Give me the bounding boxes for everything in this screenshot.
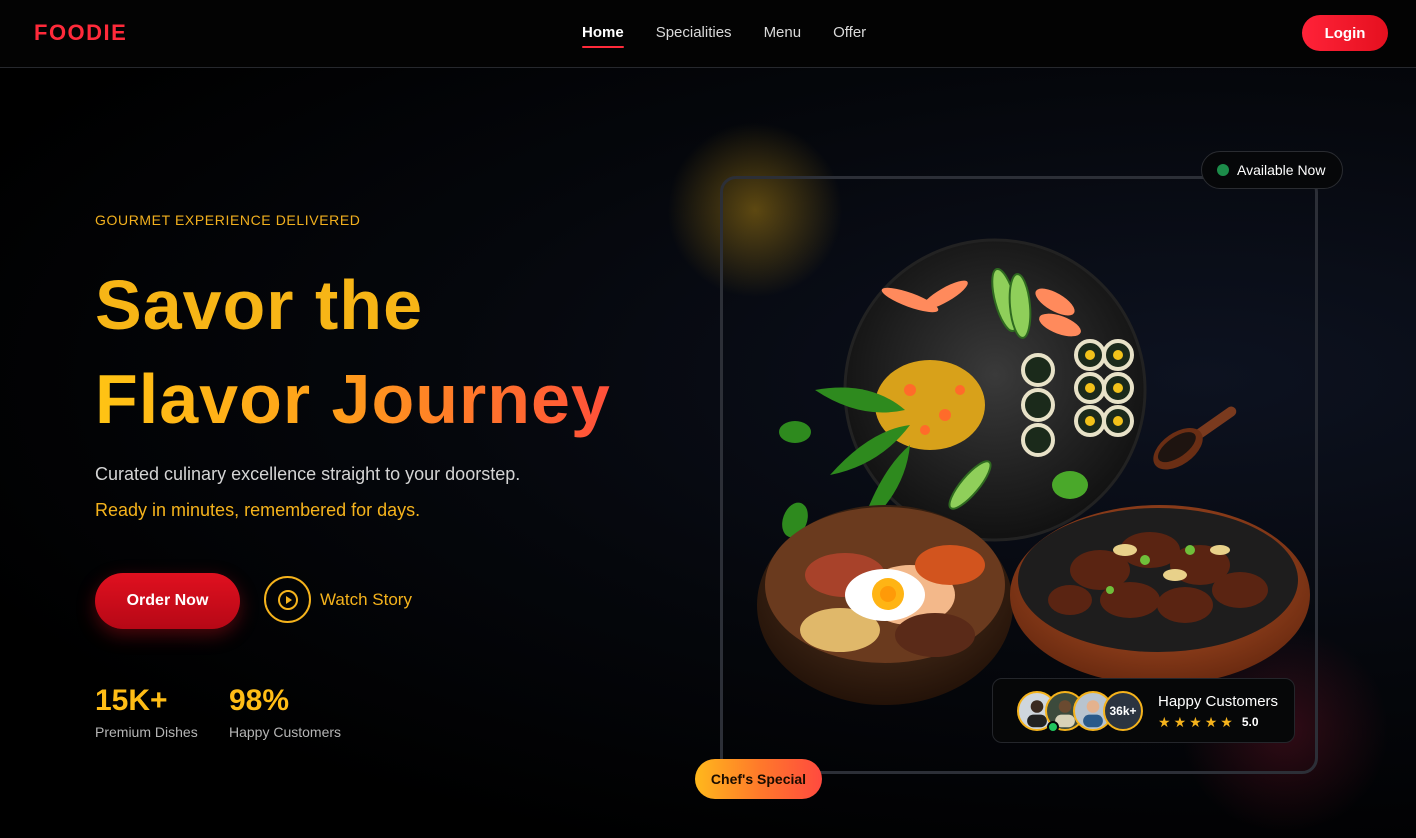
customer-count-badge: 36k+	[1103, 691, 1143, 731]
availability-label: Available Now	[1237, 162, 1326, 178]
landing-page: FOODIE Home Specialities Menu Offer Logi…	[0, 0, 1416, 838]
nav-link-offer[interactable]: Offer	[833, 24, 866, 41]
star-icon: ★	[1204, 714, 1218, 730]
stat-dishes: 15K+ Premium Dishes	[95, 684, 198, 740]
star-icon: ★	[1173, 714, 1187, 730]
stat-customers: 98% Happy Customers	[229, 684, 341, 740]
chefs-special-badge: Chef's Special	[695, 759, 822, 799]
headline-line-1: Savor the	[95, 266, 423, 344]
customers-title: Happy Customers	[1158, 693, 1279, 710]
hero-headline: Savor the Flavor Journey	[95, 258, 611, 446]
headline-word-journey: Journey	[331, 360, 611, 438]
nav-link-specialities[interactable]: Specialities	[656, 24, 732, 41]
order-now-button[interactable]: Order Now	[95, 573, 240, 629]
food-platter-image	[757, 238, 1310, 705]
online-indicator-icon	[1047, 721, 1059, 733]
play-icon	[264, 576, 311, 623]
availability-pill: Available Now	[1201, 151, 1343, 189]
headline-word-flavor: Flavor	[95, 360, 312, 438]
star-icon: ★	[1220, 714, 1233, 730]
stat-label: Happy Customers	[229, 724, 342, 740]
status-dot-icon	[1217, 164, 1229, 176]
brand-logo[interactable]: FOODIE	[34, 20, 127, 46]
stat-label: Premium Dishes	[95, 724, 198, 740]
login-button[interactable]: Login	[1302, 15, 1388, 51]
rating-value: 5.0	[1241, 715, 1259, 729]
stat-value: 98%	[229, 684, 290, 717]
nav-links: Home Specialities Menu Offer	[582, 24, 866, 48]
nav-link-home[interactable]: Home	[582, 24, 624, 48]
hero-subtitle: Curated culinary excellence straight to …	[95, 464, 521, 484]
stat-value: 15K+	[95, 684, 168, 717]
watch-story-button[interactable]: Watch Story	[264, 576, 412, 623]
star-icon: ★	[1189, 714, 1202, 730]
hero-eyebrow: GOURMET EXPERIENCE DELIVERED	[95, 212, 361, 228]
nav-link-menu[interactable]: Menu	[764, 24, 802, 41]
star-icon: ★	[1158, 714, 1171, 730]
avatar-stack: 36k+	[1017, 691, 1143, 733]
watch-story-label: Watch Story	[320, 589, 412, 609]
top-navbar: FOODIE Home Specialities Menu Offer Logi…	[0, 0, 1416, 68]
happy-customers-card: 36k+ Happy Customers ★ ★ ★ ★ ★ 5.0	[992, 678, 1295, 743]
rating-stars: ★ ★ ★ ★ ★ 5.0	[1158, 715, 1259, 729]
hero-tagline: Ready in minutes, remembered for days.	[95, 500, 421, 520]
